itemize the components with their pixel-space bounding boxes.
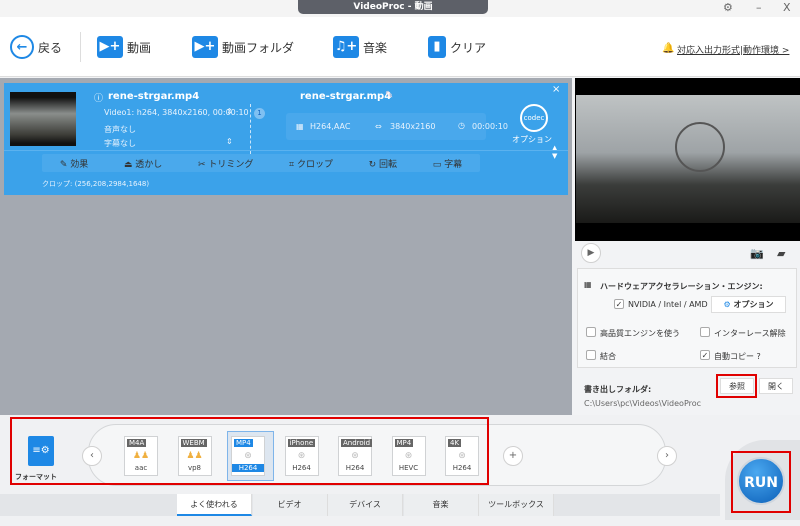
add-music-button[interactable]: ♫+ 音楽 bbox=[333, 36, 387, 58]
format-tab[interactable]: ビデオ bbox=[252, 494, 328, 516]
divider bbox=[4, 150, 568, 151]
ferris-wheel bbox=[675, 122, 725, 172]
hq-engine-label: 高品質エンジンを使う bbox=[600, 329, 680, 338]
pencil-icon[interactable]: ✎ bbox=[385, 90, 393, 101]
subtitle-button[interactable]: ▭ 字幕 bbox=[433, 157, 462, 170]
track-count-badge: 1 bbox=[254, 108, 265, 119]
hw-option-label: オプション bbox=[733, 300, 774, 309]
codec-gear-icon[interactable]: codec bbox=[520, 104, 548, 132]
video-thumbnail bbox=[10, 92, 76, 146]
player-controls bbox=[575, 241, 800, 265]
clock-icon: ◷ bbox=[458, 121, 465, 130]
hw-option-button[interactable]: ⚙ オプション bbox=[711, 296, 786, 313]
output-resolution: 3840x2160 bbox=[390, 122, 436, 131]
edit-actions-bar: ✎ 効果 ⏏ 透かし ✂ トリミング ⌗ クロップ ↻ 回転 ▭ 字幕 bbox=[42, 154, 480, 172]
trim-label: トリミング bbox=[208, 159, 254, 170]
watermark-button[interactable]: ⏏ 透かし bbox=[124, 157, 162, 170]
subtitle-track[interactable]: 字幕なし bbox=[104, 138, 136, 149]
effect-button[interactable]: ✎ 効果 bbox=[60, 157, 88, 170]
arrow-left-icon: ← bbox=[10, 35, 34, 59]
hq-engine-checkbox[interactable] bbox=[586, 327, 596, 337]
divider bbox=[80, 32, 81, 62]
close-button[interactable]: X bbox=[783, 1, 791, 14]
add-video-label: 動画 bbox=[127, 40, 152, 55]
format-tab[interactable]: デバイス bbox=[328, 494, 403, 516]
add-video-button[interactable]: ▶+ 動画 bbox=[97, 36, 151, 58]
minimize-button[interactable]: – bbox=[756, 1, 762, 14]
audio-track[interactable]: 音声なし bbox=[104, 124, 136, 135]
subtitle-label: 字幕 bbox=[444, 159, 463, 170]
rotate-button[interactable]: ↻ 回転 bbox=[369, 157, 397, 170]
deinterlace-checkbox[interactable] bbox=[700, 327, 710, 337]
window-title: VideoProc - 動画 bbox=[298, 0, 488, 14]
autocopy-checkbox[interactable]: ✓ bbox=[700, 350, 710, 360]
divider bbox=[250, 104, 251, 154]
nvidia-label: NVIDIA / Intel / AMD bbox=[628, 300, 708, 309]
crop-label: クロップ bbox=[296, 159, 333, 170]
folder-plus-icon: ▶+ bbox=[192, 36, 218, 58]
format-tab[interactable]: ツールボックス bbox=[479, 494, 554, 516]
chip-icon: ▦ bbox=[584, 280, 592, 289]
move-up-down-icon[interactable]: ▲ ▼ bbox=[552, 144, 557, 160]
output-codec: H264,AAC bbox=[310, 122, 351, 131]
gear-icon: ⚙ bbox=[723, 300, 731, 309]
add-format-button[interactable]: + bbox=[503, 446, 523, 466]
next-format-button[interactable]: › bbox=[657, 446, 677, 466]
folder-icon[interactable]: ▰ bbox=[777, 247, 785, 260]
gear-icon[interactable]: ⚙ bbox=[723, 1, 733, 14]
updown-icon[interactable]: ⇕ bbox=[226, 137, 233, 146]
trim-button[interactable]: ✂ トリミング bbox=[198, 157, 253, 170]
camera-icon[interactable]: 📷 bbox=[750, 247, 764, 260]
codec-option-button[interactable]: オプション bbox=[512, 134, 552, 145]
nvidia-checkbox[interactable]: ✓ bbox=[614, 299, 624, 309]
output-filename[interactable]: rene-strgar.mp4 bbox=[300, 91, 391, 102]
add-folder-button[interactable]: ▶+ 動画フォルダ bbox=[192, 36, 294, 58]
source-filename: rene-strgar.mp4 bbox=[108, 91, 200, 102]
output-folder-label: 書き出しフォルダ: bbox=[584, 385, 652, 394]
merge-checkbox[interactable] bbox=[586, 350, 596, 360]
bell-icon: 🔔 bbox=[662, 43, 675, 54]
autocopy-label: 自動コピー ? bbox=[714, 352, 761, 361]
film-plus-icon: ▶+ bbox=[97, 36, 123, 58]
remove-item-icon[interactable]: × bbox=[552, 84, 560, 95]
crop-button[interactable]: ⌗ クロップ bbox=[289, 157, 333, 170]
watermark-label: 透かし bbox=[135, 159, 163, 170]
hw-accel-title: ハードウェアアクセラレーション・エンジン: bbox=[600, 282, 763, 291]
deinterlace-label: インターレース解除 bbox=[714, 329, 786, 338]
trash-icon: ▮ bbox=[428, 36, 446, 58]
play-button[interactable]: ▶ bbox=[581, 243, 601, 263]
formats-link[interactable]: 対応入出力形式|動作環境 > bbox=[677, 43, 789, 56]
updown-icon[interactable]: ⇕ bbox=[226, 107, 233, 116]
highlight-box bbox=[10, 417, 489, 485]
back-label: 戻る bbox=[38, 40, 63, 55]
add-folder-label: 動画フォルダ bbox=[222, 40, 295, 55]
film-icon: ▦ bbox=[296, 122, 304, 131]
output-duration: 00:00:10 bbox=[472, 122, 508, 131]
info-icon[interactable]: ⓘ bbox=[94, 91, 103, 104]
music-plus-icon: ♫+ bbox=[333, 36, 359, 58]
add-music-label: 音楽 bbox=[363, 40, 388, 55]
output-path: C:\Users\pc\Videos\VideoProc bbox=[584, 399, 702, 408]
open-folder-button[interactable]: 開く bbox=[759, 378, 793, 394]
effect-label: 効果 bbox=[70, 159, 89, 170]
run-button[interactable]: RUN bbox=[737, 457, 785, 505]
rotate-label: 回転 bbox=[379, 159, 398, 170]
merge-label: 結合 bbox=[600, 352, 616, 361]
back-button[interactable]: ← 戻る bbox=[10, 35, 62, 59]
format-tab[interactable]: よく使われる bbox=[177, 494, 252, 516]
clear-button[interactable]: ▮ クリア bbox=[428, 36, 486, 58]
resolution-icon: ⇔ bbox=[375, 122, 382, 131]
clear-label: クリア bbox=[450, 40, 487, 55]
browse-button[interactable]: 参照 bbox=[720, 378, 754, 394]
crop-info: クロップ: (256,208,2984,1648) bbox=[42, 180, 150, 188]
format-tab[interactable]: 音楽 bbox=[403, 494, 479, 516]
